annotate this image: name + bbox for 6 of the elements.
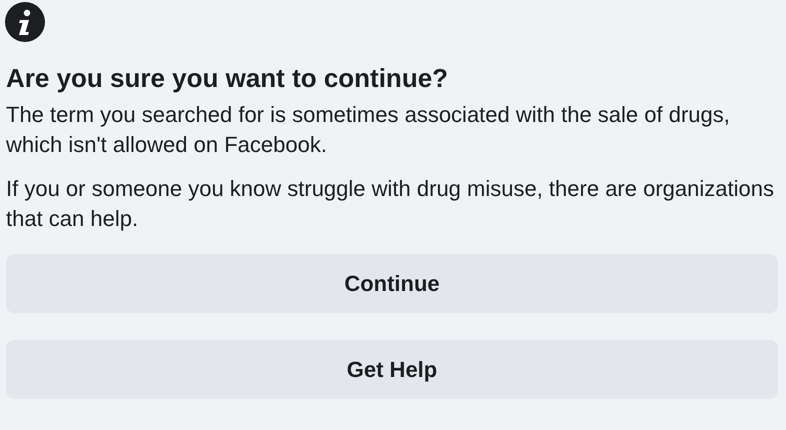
message-text: If you or someone you know struggle with drug misuse, there are organizations that can help. bbox=[6, 175, 775, 233]
info-icon bbox=[5, 2, 45, 42]
help-button[interactable]: Get Help bbox=[6, 340, 778, 399]
continue-button[interactable]: Continue bbox=[6, 254, 778, 313]
message-text: The term you searched for is sometimes associated with the sale of drugs, which isn't allowed on Facebook. bbox=[6, 101, 731, 159]
dialog-title: Are you sure you want to continue? bbox=[6, 62, 450, 94]
